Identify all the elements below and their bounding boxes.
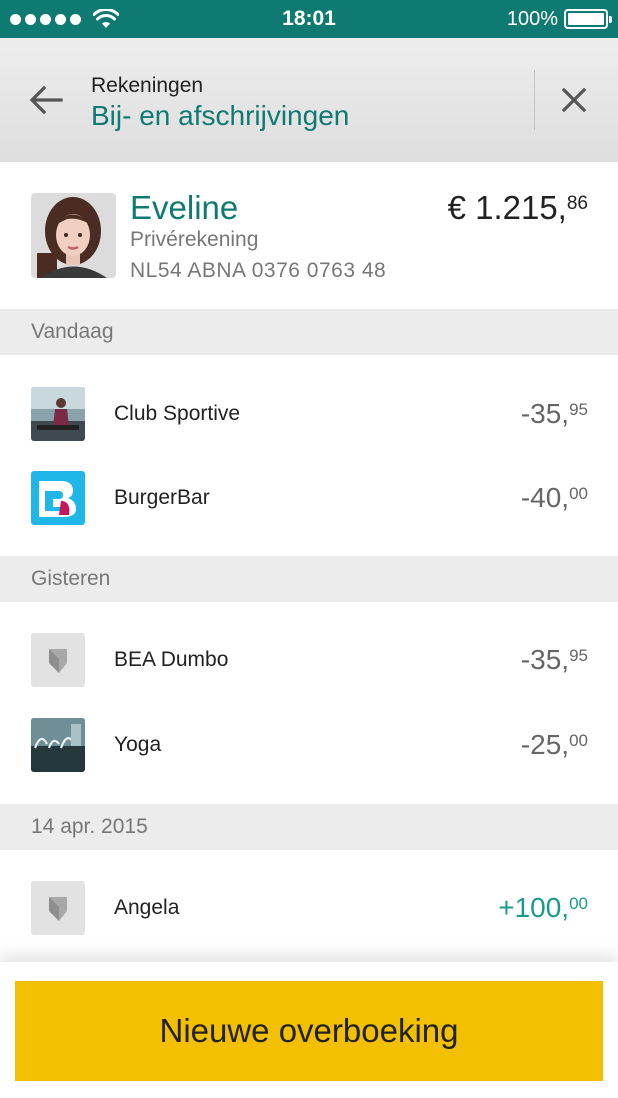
nav-titles: Rekeningen Bij- en afschrijvingen xyxy=(91,74,349,132)
transaction-row[interactable]: Club Sportive -35,95 xyxy=(0,372,618,456)
avatar xyxy=(31,193,116,278)
transaction-amount: -25,00 xyxy=(520,729,588,760)
transaction-amount: -35,95 xyxy=(520,644,588,675)
transaction-amount: -35,95 xyxy=(520,398,588,429)
transaction-amount: +100,00 xyxy=(498,892,588,923)
transaction-row[interactable]: BurgerBar -40,00 xyxy=(0,456,618,540)
bank-shield-icon xyxy=(31,633,85,687)
transaction-row[interactable]: Angela +100,00 xyxy=(0,866,618,950)
transaction-name: Club Sportive xyxy=(114,402,241,425)
yoga-photo-icon xyxy=(31,718,85,772)
account-type: Privérekening xyxy=(130,228,259,251)
nav-divider xyxy=(534,70,535,130)
battery-indicator: 100% xyxy=(506,0,612,38)
account-summary: Eveline Privérekening NL54 ABNA 0376 076… xyxy=(0,162,618,309)
section-header-vandaag: Vandaag xyxy=(0,309,618,355)
new-transfer-button[interactable]: Nieuwe overboeking xyxy=(15,981,603,1081)
transaction-name: BEA Dumbo xyxy=(114,648,229,671)
profile-photo-icon xyxy=(31,193,116,278)
breadcrumb-parent: Rekeningen xyxy=(91,74,204,97)
burgerbar-logo-icon xyxy=(31,471,85,525)
status-bar: 18:01 100% xyxy=(0,0,618,38)
arrow-left-icon xyxy=(29,85,63,115)
account-holder-name: Eveline xyxy=(130,189,239,226)
close-button[interactable] xyxy=(552,80,596,120)
bank-shield-icon xyxy=(31,881,85,935)
fitness-photo-icon xyxy=(31,387,85,441)
battery-percentage: 100% xyxy=(506,7,558,30)
account-balance: € 1.215,86 xyxy=(447,189,588,226)
transaction-name: Yoga xyxy=(114,733,162,756)
transaction-name: Angela xyxy=(114,896,180,919)
back-button[interactable] xyxy=(24,80,68,120)
account-iban: NL54 ABNA 0376 0763 48 xyxy=(130,259,387,282)
navigation-bar: Rekeningen Bij- en afschrijvingen xyxy=(0,38,618,162)
battery-icon xyxy=(564,9,612,29)
transaction-amount: -40,00 xyxy=(520,482,588,513)
page-title: Bij- en afschrijvingen xyxy=(91,100,350,131)
transaction-row[interactable]: BEA Dumbo -35,95 xyxy=(0,618,618,702)
bottom-action-bar: Nieuwe overboeking xyxy=(0,962,618,1098)
section-header-14-apr-2015: 14 apr. 2015 xyxy=(0,804,618,850)
transaction-row[interactable]: Yoga -25,00 xyxy=(0,703,618,787)
close-icon xyxy=(561,87,587,113)
transaction-name: BurgerBar xyxy=(114,486,210,509)
section-header-gisteren: Gisteren xyxy=(0,556,618,602)
